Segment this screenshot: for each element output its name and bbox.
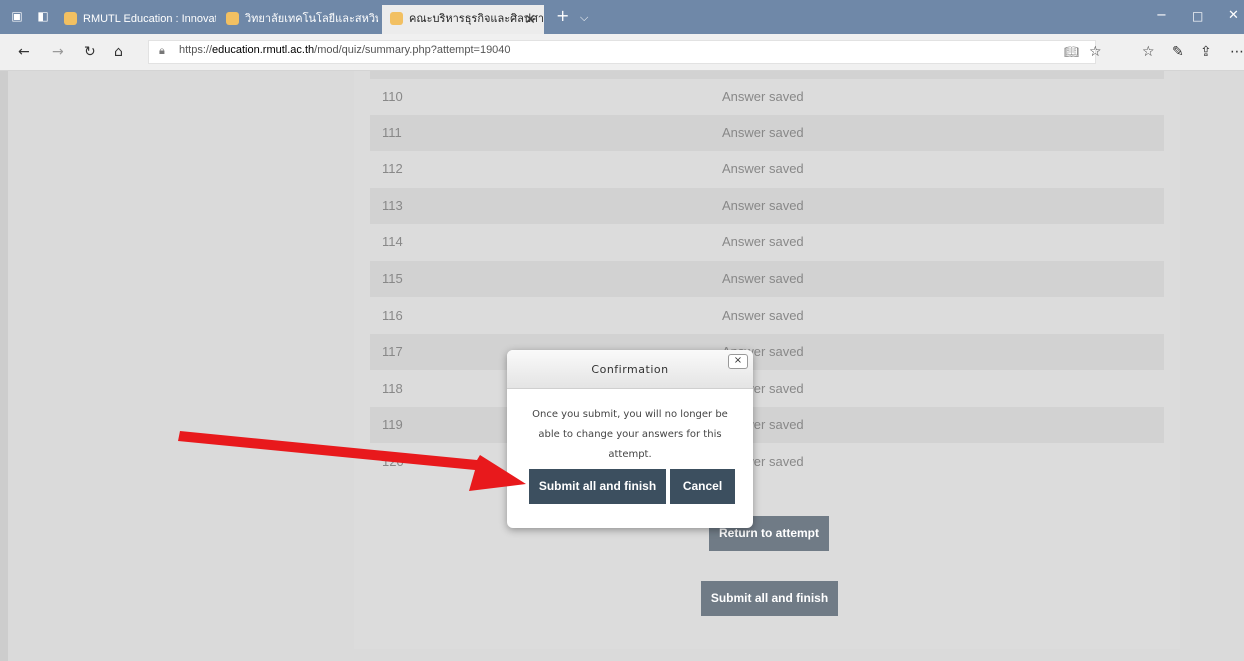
red-arrow-shape — [178, 431, 526, 491]
annotation-arrow — [178, 431, 526, 491]
